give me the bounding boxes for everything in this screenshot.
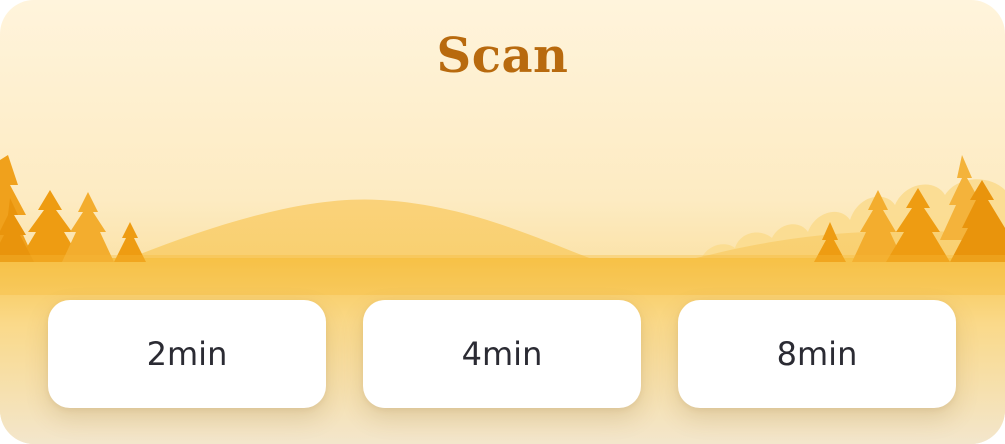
page-title: Scan [436, 28, 569, 84]
duration-2min-label: 2min [146, 335, 228, 373]
duration-2min-button[interactable]: 2min [48, 300, 326, 408]
duration-8min-button[interactable]: 8min [678, 300, 956, 408]
duration-4min-label: 4min [461, 335, 543, 373]
duration-4min-button[interactable]: 4min [363, 300, 641, 408]
scan-card: Scan 2min 4min 8min [0, 0, 1005, 444]
trees-left [0, 155, 146, 262]
duration-8min-label: 8min [776, 335, 858, 373]
